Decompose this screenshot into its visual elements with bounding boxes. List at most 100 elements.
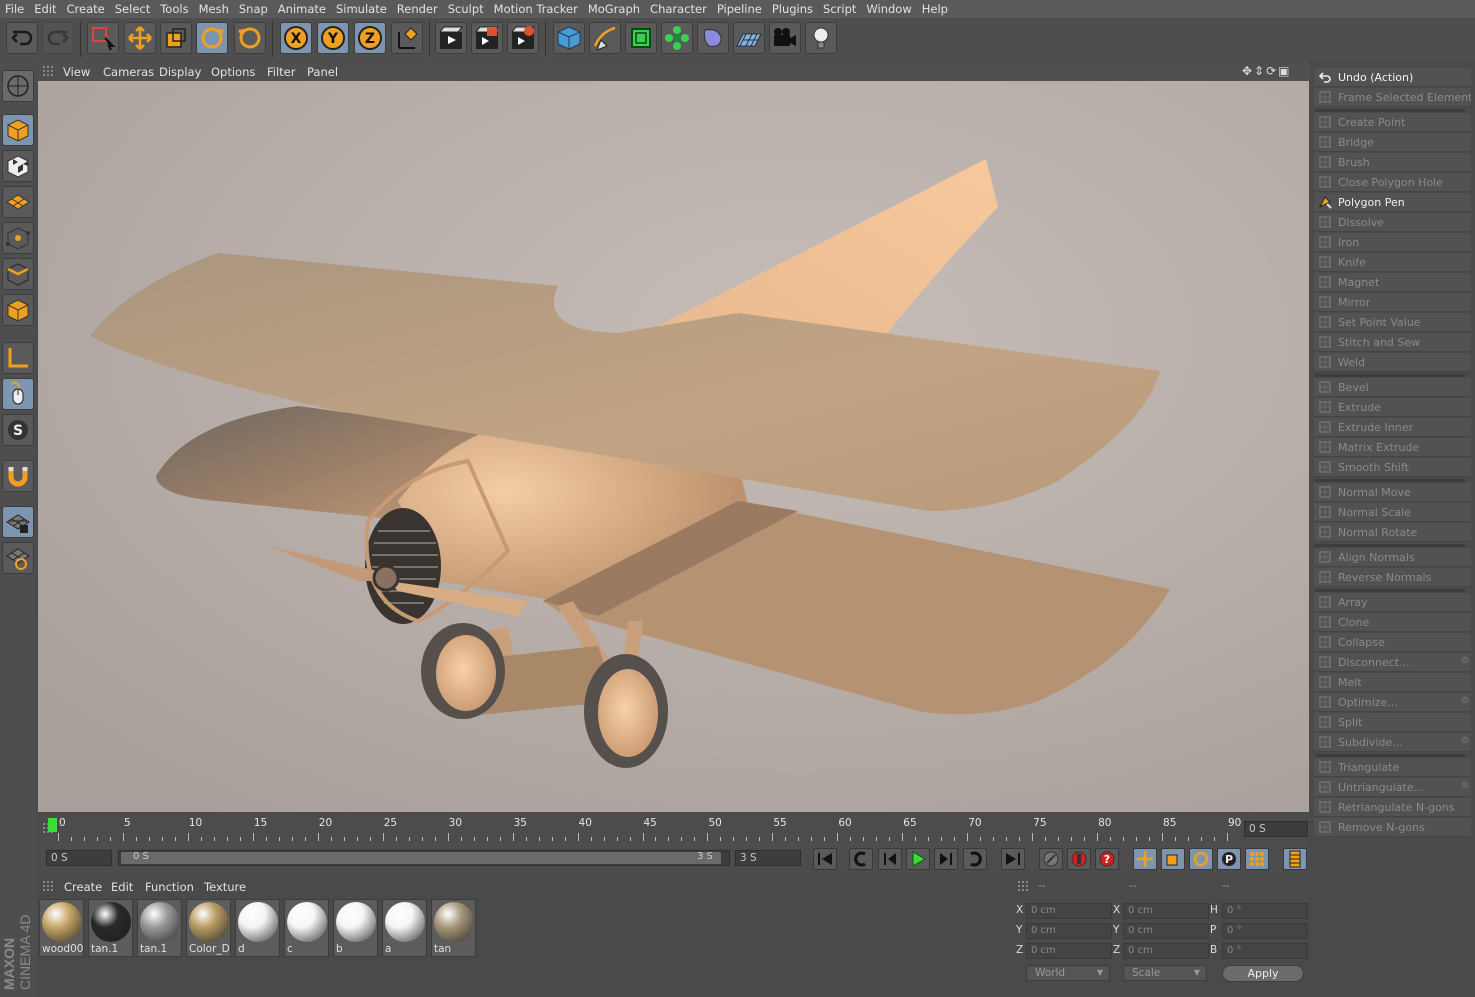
size-field[interactable]: 0 cm (1123, 923, 1209, 939)
command-disconnect[interactable]: Disconnect... ⚙ (1314, 653, 1471, 672)
menu-plugins[interactable]: Plugins (767, 0, 818, 17)
position-field[interactable]: 0 cm (1026, 903, 1112, 919)
menu-mesh[interactable]: Mesh (194, 0, 234, 17)
command-weld[interactable]: Weld (1314, 353, 1471, 372)
next-frame-icon[interactable] (934, 848, 958, 870)
world-coordinates-icon[interactable] (391, 22, 423, 54)
command-split[interactable]: Split (1314, 713, 1471, 732)
menu-character[interactable]: Character (645, 0, 712, 17)
command-polygon-pen[interactable]: Polygon Pen (1314, 193, 1471, 212)
cube-icon[interactable] (553, 22, 585, 54)
menu-script[interactable]: Script (818, 0, 861, 17)
material-swatch[interactable]: tan (431, 899, 476, 957)
command-smooth-shift[interactable]: Smooth Shift (1314, 458, 1471, 477)
light-icon[interactable] (805, 22, 837, 54)
menu-mograph[interactable]: MoGraph (583, 0, 645, 17)
make-editable-icon[interactable] (2, 70, 34, 102)
command-matrix-extrude[interactable]: Matrix Extrude (1314, 438, 1471, 457)
undo-icon[interactable] (6, 22, 38, 54)
material-swatch[interactable]: a (382, 899, 427, 957)
motion-record-icon[interactable] (1039, 848, 1063, 870)
command-magnet[interactable]: Magnet (1314, 273, 1471, 292)
next-key-icon[interactable] (963, 848, 987, 870)
enable-snap-icon[interactable] (2, 506, 34, 538)
menu-simulate[interactable]: Simulate (331, 0, 392, 17)
y-axis-icon[interactable]: Y (317, 22, 349, 54)
floor-icon[interactable] (733, 22, 765, 54)
magnet-icon[interactable] (2, 460, 34, 492)
menu-select[interactable]: Select (110, 0, 155, 17)
pla-key-icon[interactable] (1245, 848, 1269, 870)
material-swatch[interactable]: c (284, 899, 329, 957)
workplane-mode-icon[interactable] (2, 186, 34, 218)
command-bevel[interactable]: Bevel (1314, 378, 1471, 397)
command-bridge[interactable]: Bridge (1314, 133, 1471, 152)
z-axis-icon[interactable]: Z (354, 22, 386, 54)
go-to-end-icon[interactable] (1001, 848, 1025, 870)
timeline-ruler[interactable]: 0 5 10 15 20 25 30 35 40 45 50 55 60 65 70 75 80 85 90 0 S (37, 813, 1310, 845)
edit-render-settings-icon[interactable] (507, 22, 539, 54)
previous-frame-icon[interactable] (878, 848, 902, 870)
rotation-field[interactable]: 0 ° (1222, 923, 1308, 939)
command-extrude-inner[interactable]: Extrude Inner (1314, 418, 1471, 437)
material-swatch[interactable]: wood00 (39, 899, 84, 957)
options-icon[interactable]: ⚙ (1461, 656, 1469, 666)
viewport-menu-panel[interactable]: Panel (307, 65, 338, 79)
range-slider[interactable]: 0 S 3 S (118, 850, 730, 866)
viewport-nav-icons[interactable]: ✥⇕⟳▣ (1242, 64, 1292, 78)
texture-mode-icon[interactable] (2, 150, 34, 182)
rotation-field[interactable]: 0 ° (1222, 943, 1308, 959)
camera-icon[interactable] (769, 22, 801, 54)
model-mode-icon[interactable] (2, 114, 34, 146)
command-normal-scale[interactable]: Normal Scale (1314, 503, 1471, 522)
deformer-icon[interactable] (697, 22, 729, 54)
edges-mode-icon[interactable] (2, 258, 34, 290)
live-selection-icon[interactable] (87, 22, 119, 54)
command-set-point-value[interactable]: Set Point Value (1314, 313, 1471, 332)
menu-help[interactable]: Help (917, 0, 953, 17)
go-to-start-icon[interactable] (813, 848, 837, 870)
material-menu-texture[interactable]: Texture (204, 880, 246, 894)
size-field[interactable]: 0 cm (1123, 903, 1209, 919)
command-collapse[interactable]: Collapse (1314, 633, 1471, 652)
material-swatch[interactable]: tan.1 (137, 899, 182, 957)
menu-edit[interactable]: Edit (29, 0, 61, 17)
command-subdivide[interactable]: Subdivide... ⚙ (1314, 733, 1471, 752)
command-array[interactable]: Array (1314, 593, 1471, 612)
parameter-key-icon[interactable]: P (1217, 848, 1241, 870)
viewport-menu-display[interactable]: Display (159, 65, 201, 79)
playhead-marker[interactable] (48, 818, 57, 832)
menu-window[interactable]: Window (861, 0, 916, 17)
previous-key-icon[interactable] (849, 848, 873, 870)
pen-spline-icon[interactable] (589, 22, 621, 54)
command-knife[interactable]: Knife (1314, 253, 1471, 272)
menu-motion-tracker[interactable]: Motion Tracker (489, 0, 583, 17)
options-icon[interactable]: ⚙ (1461, 781, 1469, 791)
current-frame-field[interactable]: 0 S (1244, 821, 1308, 837)
viewport-menu-view[interactable]: View (63, 65, 90, 79)
command-create-point[interactable]: Create Point (1314, 113, 1471, 132)
command-undo-action[interactable]: Undo (Action) (1314, 68, 1471, 87)
menu-snap[interactable]: Snap (234, 0, 273, 17)
start-frame-field[interactable]: 0 S (46, 850, 112, 866)
material-menu-edit[interactable]: Edit (111, 880, 133, 894)
command-extrude[interactable]: Extrude (1314, 398, 1471, 417)
end-frame-field[interactable]: 3 S (735, 850, 801, 866)
command-melt[interactable]: Melt (1314, 673, 1471, 692)
size-field[interactable]: 0 cm (1123, 943, 1209, 959)
menu-sculpt[interactable]: Sculpt (443, 0, 489, 17)
command-retriangulate-n-gons[interactable]: Retriangulate N-gons (1314, 798, 1471, 817)
scale-icon[interactable] (160, 22, 192, 54)
rotation-key-icon[interactable] (1189, 848, 1213, 870)
command-optimize[interactable]: Optimize... ⚙ (1314, 693, 1471, 712)
material-swatch[interactable]: tan.1 (88, 899, 133, 957)
command-brush[interactable]: Brush (1314, 153, 1471, 172)
material-menu-create[interactable]: Create (64, 880, 102, 894)
command-normal-rotate[interactable]: Normal Rotate (1314, 523, 1471, 542)
material-swatch[interactable]: d (235, 899, 280, 957)
x-axis-icon[interactable]: X (280, 22, 312, 54)
menu-animate[interactable]: Animate (273, 0, 331, 17)
viewport-menu-options[interactable]: Options (211, 65, 255, 79)
3d-viewport[interactable] (38, 81, 1309, 812)
play-icon[interactable] (906, 848, 930, 870)
